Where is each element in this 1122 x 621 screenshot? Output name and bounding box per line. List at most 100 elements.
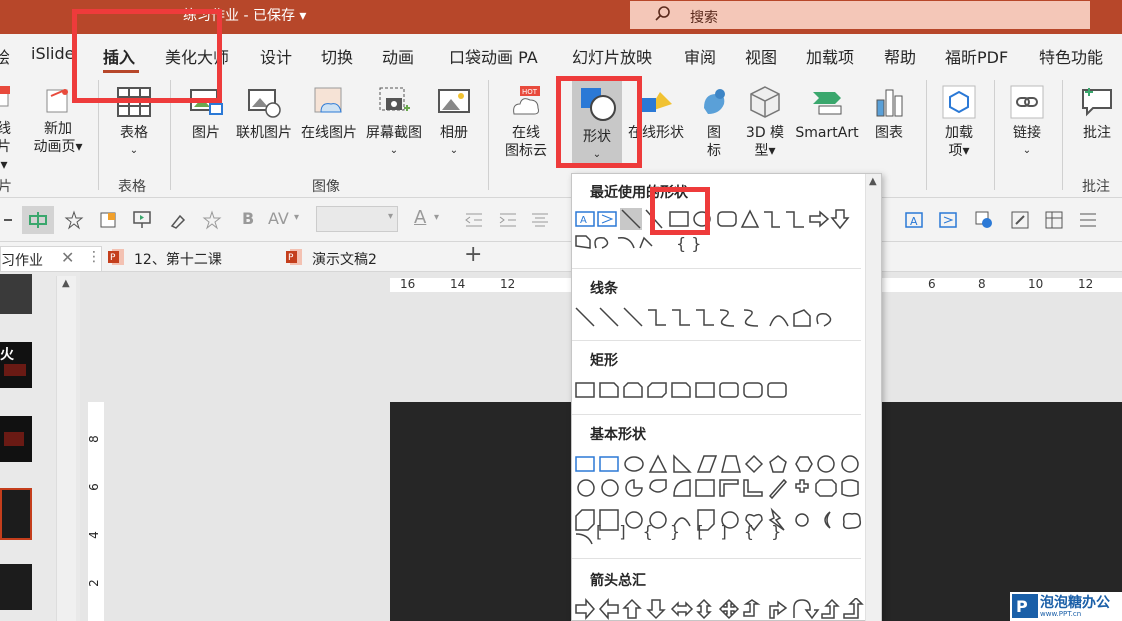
addins-label-1: 加载 — [945, 125, 973, 141]
align-icon[interactable] — [2, 210, 22, 230]
group-label-comments: 批注 — [1082, 179, 1110, 195]
ruler-label: 6 — [928, 277, 936, 291]
decrease-indent-icon[interactable] — [464, 210, 484, 230]
shapes-gallery-scrollbar[interactable]: ▲ — [865, 174, 881, 621]
highlight-insert-tab — [72, 9, 222, 103]
addins-label-2: 项▾ — [948, 143, 970, 159]
hexagon-shape-icon — [795, 456, 813, 472]
align-text-icon[interactable] — [530, 210, 550, 230]
group-separator — [1062, 80, 1063, 190]
online-picture-button[interactable]: 在线图片 — [298, 84, 360, 142]
section-lines: 线条 — [590, 281, 618, 297]
3d-model-button[interactable]: 3D 模 型▾ — [740, 84, 790, 160]
table-chevron: ⌄ — [129, 145, 139, 156]
document-tab-presentation2[interactable]: P 演示文稿2 — [282, 246, 454, 272]
tab-features[interactable]: 特色功能 — [1039, 44, 1103, 68]
document-tab-label: 12、第十二课 — [134, 252, 222, 268]
svg-text:P: P — [288, 253, 294, 263]
partial-button[interactable]: 线 片▾ — [0, 86, 12, 174]
diagonal-stripe-shape-icon — [768, 478, 788, 500]
link-button[interactable]: 链接 ⌄ — [1006, 84, 1048, 160]
slide-thumbnail[interactable] — [0, 416, 32, 462]
presentation-icon[interactable] — [132, 210, 152, 230]
scroll-up-icon[interactable]: ▲ — [62, 278, 70, 289]
cross-shape-icon — [795, 479, 809, 493]
edit-shape-icon[interactable] — [1010, 210, 1030, 230]
bracket-shapes-icon[interactable]: [ ] { } [ ] { } — [596, 522, 787, 541]
block-arrows-row — [575, 598, 864, 620]
online-icon-cloud-label-1: 在线 — [512, 125, 540, 141]
draw-table-icon[interactable] — [1044, 210, 1064, 230]
bold-button[interactable]: B — [242, 209, 254, 228]
online-icon-cloud-label-2: 图标云 — [505, 143, 547, 159]
album-button[interactable]: 相册 ⌄ — [434, 84, 474, 160]
tab-transitions[interactable]: 切换 — [321, 44, 353, 68]
smartart-button[interactable]: SmartArt — [792, 84, 862, 142]
linked-picture-button[interactable]: 联机图片 — [232, 84, 296, 142]
online-picture-label: 在线图片 — [301, 125, 357, 141]
comment-button[interactable]: 批注 — [1074, 84, 1120, 142]
tab-pocket-animation[interactable]: 口袋动画 PA — [449, 44, 538, 68]
tab-help[interactable]: 帮助 — [884, 44, 916, 68]
tab-slideshow[interactable]: 幻灯片放映 — [572, 44, 652, 68]
slide-thumbnail[interactable]: 火 — [0, 342, 32, 388]
vertical-textbox-icon[interactable] — [938, 210, 958, 230]
textbox-shape-icon — [575, 456, 595, 472]
spacing-chevron-icon[interactable]: ▾ — [294, 212, 299, 223]
add-tab-button[interactable]: + — [464, 242, 482, 267]
document-tab-current[interactable]: 习作业 ✕ ⋮ — [0, 246, 102, 272]
curved-connector-icon — [719, 309, 735, 327]
star-outline-icon[interactable] — [202, 210, 222, 230]
character-spacing-button[interactable]: AV — [268, 209, 289, 228]
more-options-icon[interactable]: ⋮ — [87, 249, 101, 265]
close-icon[interactable]: ✕ — [61, 248, 74, 267]
elbow-double-arrow-connector-icon — [696, 309, 714, 326]
tab-islide[interactable]: iSlide — [31, 44, 75, 63]
chart-button[interactable]: 图表 — [868, 84, 910, 142]
section-basic-shapes: 基本形状 — [590, 427, 646, 443]
search-placeholder: 搜索 — [690, 10, 718, 26]
group-label-tables: 表格 — [118, 179, 146, 195]
slide-thumbnail-selected[interactable] — [0, 488, 32, 540]
shape-style-icon[interactable] — [974, 210, 994, 230]
addins-button[interactable]: 加载 项▾ — [938, 84, 980, 160]
tab-animations[interactable]: 动画 — [382, 44, 414, 68]
search-icon — [655, 6, 670, 21]
format-painter-icon[interactable] — [168, 210, 188, 230]
ruler-label: 12 — [500, 277, 516, 291]
increase-indent-icon[interactable] — [498, 210, 518, 230]
tab-view[interactable]: 视图 — [745, 44, 777, 68]
font-color-chevron-icon[interactable]: ▾ — [434, 212, 439, 223]
bent-arrow-shape-icon — [769, 600, 788, 619]
shape-fill-icon[interactable] — [98, 210, 118, 230]
layout-icon[interactable] — [1078, 210, 1098, 230]
align-selected-button[interactable] — [22, 206, 54, 234]
icons-label-2: 标 — [707, 143, 721, 159]
align-center-icon — [29, 212, 47, 228]
icons-button[interactable]: 图 标 — [694, 84, 734, 160]
tab-foxit-pdf[interactable]: 福昕PDF — [945, 44, 1008, 68]
left-right-arrow-shape-icon — [670, 601, 694, 617]
ruler-label: 10 — [1028, 277, 1044, 291]
font-size-box[interactable]: ▾ — [316, 206, 398, 232]
tab-addins[interactable]: 加载项 — [806, 44, 854, 68]
star-icon[interactable] — [64, 210, 84, 230]
screenshot-chevron: ⌄ — [389, 145, 399, 156]
scribble-shape-icon — [816, 312, 832, 327]
document-tab-lesson12[interactable]: P 12、第十二课 — [104, 246, 280, 272]
thumbnails-scrollbar[interactable]: ▲ — [56, 276, 76, 621]
slide-thumbnail[interactable] — [0, 564, 32, 610]
search-box[interactable]: 搜索 — [630, 1, 1090, 29]
tab-review[interactable]: 审阅 — [684, 44, 716, 68]
tab-draw[interactable]: 绘 — [0, 44, 10, 68]
online-icon-cloud-button[interactable]: HOT 在线 图标云 — [500, 84, 552, 160]
ruler-label: 8 — [978, 277, 986, 291]
slide-thumbnail[interactable] — [0, 274, 32, 314]
font-color-button[interactable]: A — [414, 207, 426, 228]
textbox-icon[interactable]: A — [904, 210, 924, 230]
screenshot-button[interactable]: 屏幕截图 ⌄ — [362, 84, 426, 160]
scroll-up-icon[interactable]: ▲ — [869, 176, 877, 187]
braces-shape-icon[interactable]: { } — [676, 234, 701, 253]
tab-design[interactable]: 设计 — [260, 44, 292, 68]
heptagon-shape-icon — [817, 455, 835, 473]
